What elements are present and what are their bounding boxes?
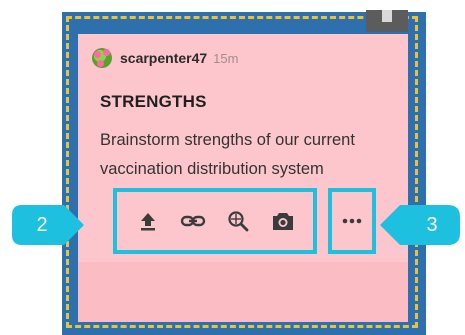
attachment-toolbar xyxy=(113,188,317,254)
corner-tab xyxy=(366,10,408,32)
more-options-highlight xyxy=(328,188,376,254)
more-icon[interactable] xyxy=(338,207,366,235)
callout-2: 2 xyxy=(12,205,84,245)
link-icon[interactable] xyxy=(179,207,207,235)
card-header: scarpenter47 15m xyxy=(92,48,238,68)
post-time: 15m xyxy=(213,50,239,66)
callout-3: 3 xyxy=(380,205,460,245)
search-icon[interactable] xyxy=(224,207,252,235)
card-title: STRENGTHS xyxy=(100,92,207,111)
author-name: scarpenter47 xyxy=(120,50,208,66)
note-card[interactable]: scarpenter47 15m STRENGTHS Brainstorm st… xyxy=(78,34,408,322)
camera-icon[interactable] xyxy=(269,207,297,235)
card-body: Brainstorm strengths of our current vacc… xyxy=(100,131,355,178)
callout-3-number: 3 xyxy=(426,213,438,236)
upload-icon[interactable] xyxy=(134,207,162,235)
callout-2-number: 2 xyxy=(36,213,48,236)
avatar xyxy=(92,48,112,68)
card-footer xyxy=(78,262,408,322)
